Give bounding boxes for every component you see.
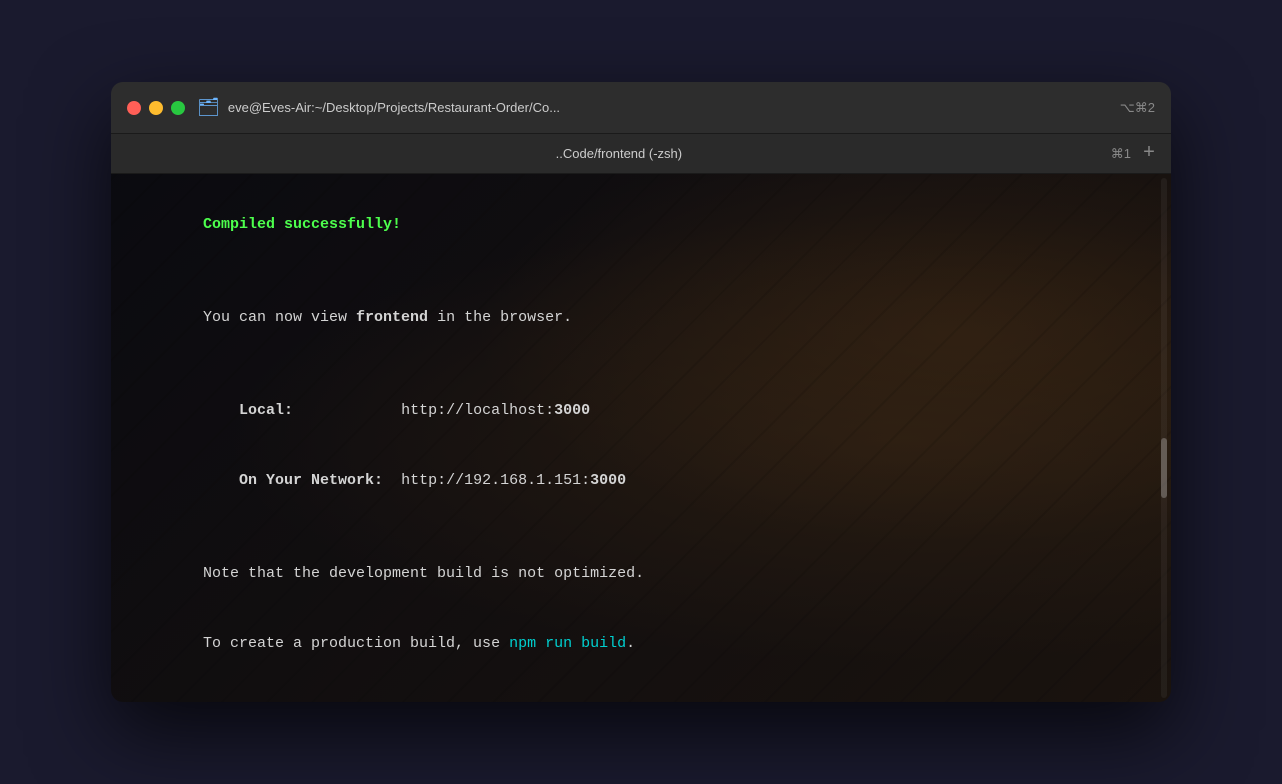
tab-shortcut: ⌘1 (1111, 146, 1131, 162)
network-line: On Your Network: http://192.168.1.151:30… (131, 446, 1137, 516)
tabbar: ..Code/frontend (-zsh) ⌘1 + (111, 134, 1171, 174)
close-button[interactable] (127, 101, 141, 115)
local-spaces (293, 402, 401, 419)
network-port: 3000 (590, 472, 626, 489)
window-shortcut: ⌥⌘2 (1120, 100, 1155, 116)
note-line: Note that the development build is not o… (131, 539, 1137, 609)
local-indent (203, 402, 239, 419)
blank-2 (131, 353, 1137, 376)
local-line: Local: http://localhost:3000 (131, 376, 1137, 446)
view-post: in the browser. (428, 309, 572, 326)
blank-1 (131, 260, 1137, 283)
tab-label[interactable]: ..Code/frontend (-zsh) (127, 146, 1111, 161)
local-port: 3000 (554, 402, 590, 419)
terminal-content[interactable]: Compiled successfully! You can now view … (111, 174, 1157, 702)
npm-cmd: npm run build (509, 635, 626, 652)
scrollbar-thumb[interactable] (1161, 438, 1167, 498)
view-app: frontend (356, 309, 428, 326)
terminal-window[interactable]: 🗂 eve@Eves-Air:~/Desktop/Projects/Restau… (111, 82, 1171, 702)
create-pre: To create a production build, use (203, 635, 509, 652)
view-line: You can now view frontend in the browser… (131, 283, 1137, 353)
local-label: Local: (239, 402, 293, 419)
network-indent (203, 472, 239, 489)
network-url-pre: http://192.168.1.151: (401, 472, 590, 489)
scrollbar-track (1161, 178, 1167, 698)
window-title: eve@Eves-Air:~/Desktop/Projects/Restaura… (228, 100, 1120, 115)
new-tab-button[interactable]: + (1143, 142, 1155, 165)
network-spaces (383, 472, 401, 489)
terminal-body[interactable]: Compiled successfully! You can now view … (111, 174, 1171, 702)
blank-4 (131, 678, 1137, 701)
network-label: On Your Network: (239, 472, 383, 489)
blank-3 (131, 516, 1137, 539)
maximize-button[interactable] (171, 101, 185, 115)
local-url-pre: http://localhost: (401, 402, 554, 419)
create-post: . (626, 635, 635, 652)
note-text: Note that the development build is not o… (203, 565, 644, 582)
webpack-line: webpack compiled successfully (131, 702, 1137, 703)
minimize-button[interactable] (149, 101, 163, 115)
folder-icon: 🗂 (197, 97, 220, 119)
create-line: To create a production build, use npm ru… (131, 609, 1137, 679)
scrollbar[interactable] (1157, 174, 1171, 702)
titlebar: 🗂 eve@Eves-Air:~/Desktop/Projects/Restau… (111, 82, 1171, 134)
compiled-line: Compiled successfully! (131, 190, 1137, 260)
compiled-text: Compiled successfully! (203, 216, 401, 233)
view-pre: You can now view (203, 309, 356, 326)
traffic-lights (127, 101, 185, 115)
